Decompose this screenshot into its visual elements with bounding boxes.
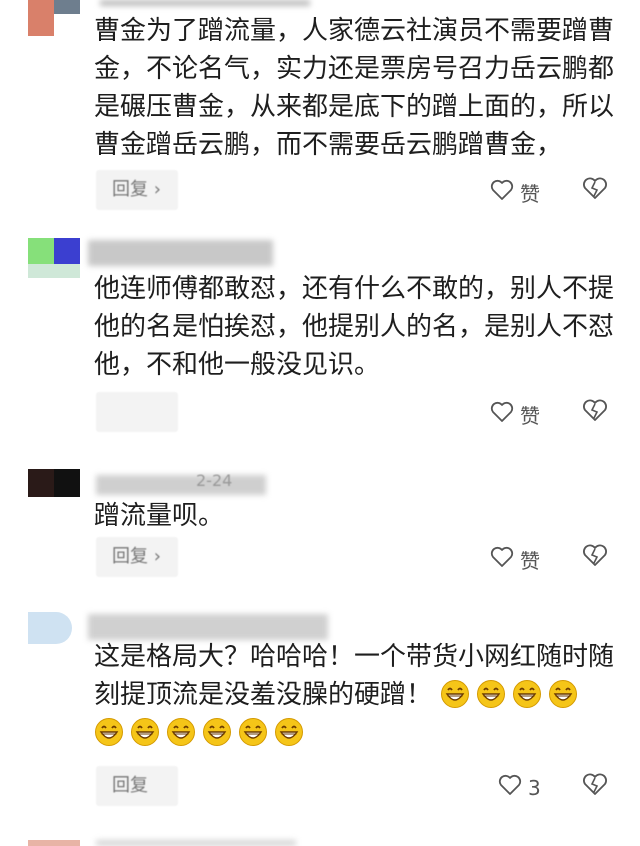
- broken-heart-icon: [582, 177, 608, 205]
- reply-label: 回复: [112, 401, 148, 422]
- heart-outline-icon: [490, 546, 514, 573]
- reply-button[interactable]: 回复: [96, 766, 178, 806]
- like-button[interactable]: 赞: [490, 178, 540, 207]
- like-label: 赞: [520, 182, 540, 206]
- avatar[interactable]: [28, 469, 80, 505]
- dislike-button[interactable]: [582, 177, 608, 205]
- like-button[interactable]: 3: [498, 774, 541, 801]
- comment-date: 2-24: [196, 471, 233, 490]
- heart-outline-icon: [490, 179, 514, 206]
- avatar[interactable]: [28, 612, 80, 648]
- dislike-button[interactable]: [582, 399, 608, 427]
- like-button[interactable]: 赞: [490, 400, 540, 429]
- dislike-button[interactable]: [582, 544, 608, 572]
- grinning-face-emoji: [238, 717, 268, 747]
- heart-outline-icon: [498, 774, 522, 801]
- grinning-face-emoji: [274, 717, 304, 747]
- dislike-button[interactable]: [582, 773, 608, 801]
- comment-text: 蹭流量呗。: [94, 501, 225, 531]
- grinning-face-emoji: [94, 717, 124, 747]
- grinning-face-emoji: [166, 717, 196, 747]
- heart-outline-icon: [490, 401, 514, 428]
- next-comment-header-edge: [96, 840, 296, 846]
- grinning-face-emoji: [202, 717, 232, 747]
- grinning-face-emoji: [512, 679, 542, 709]
- reply-label: 回复: [112, 179, 148, 200]
- grinning-face-emoji: [440, 679, 470, 709]
- reply-button[interactable]: 回复 ›: [96, 537, 178, 577]
- like-label: 赞: [520, 404, 540, 428]
- broken-heart-icon: [582, 773, 608, 801]
- comment-text: 曹金为了蹭流量，人家德云社演员不需要蹭曹金，不论名气，实力还是票房号召力岳云鹏都…: [94, 16, 615, 160]
- comment-text: 他连师傅都敢怼，还有什么不敢的，别人不提他的名是怕挨怼，他提别人的名，是别人不怼…: [94, 274, 615, 380]
- reply-label: 回复: [112, 546, 148, 567]
- reply-label: 回复: [112, 775, 148, 796]
- comment-text: 这是格局大？哈哈哈！一个带货小网红随时随刻提顶流是没羞没臊的硬蹭！: [94, 638, 614, 752]
- like-label: 赞: [520, 549, 540, 573]
- avatar[interactable]: [28, 238, 80, 278]
- like-button[interactable]: 赞: [490, 545, 540, 574]
- avatar[interactable]: [28, 0, 80, 36]
- broken-heart-icon: [582, 399, 608, 427]
- grinning-face-emoji: [130, 717, 160, 747]
- grinning-face-emoji: [548, 679, 578, 709]
- grinning-face-emoji: [476, 679, 506, 709]
- broken-heart-icon: [582, 544, 608, 572]
- reply-button[interactable]: 回复 ›: [96, 170, 178, 210]
- reply-button[interactable]: 回复: [96, 392, 178, 432]
- next-comment-avatar-edge: [28, 840, 80, 846]
- like-count: 3: [528, 775, 541, 800]
